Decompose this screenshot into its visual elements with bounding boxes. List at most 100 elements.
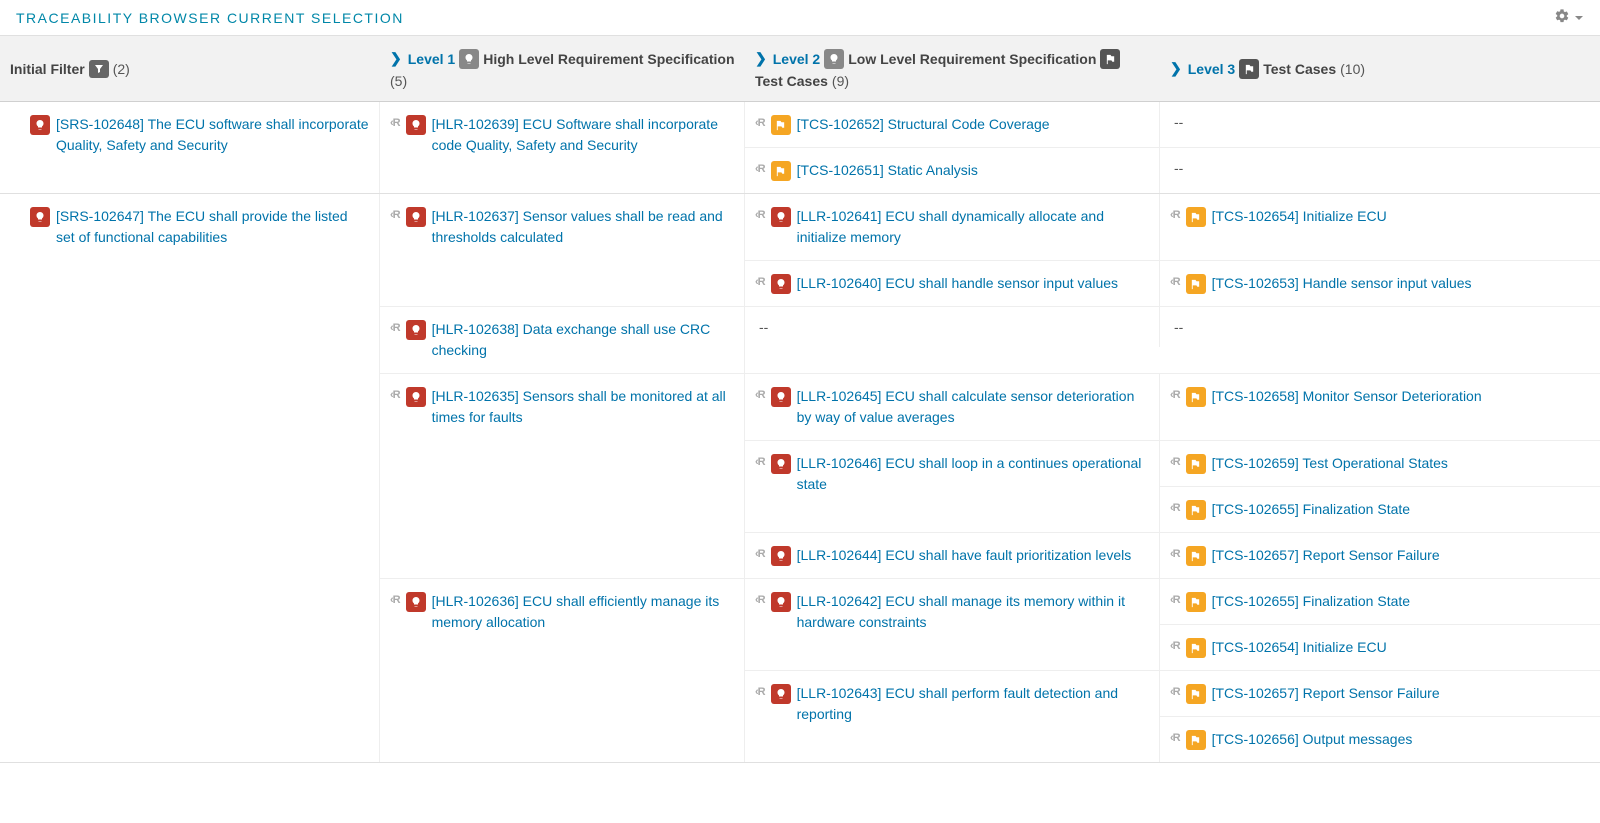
item-link[interactable]: [TCS-102656] Output messages <box>1212 729 1413 750</box>
trace-item: ‹R[HLR-102635] Sensors shall be monitore… <box>390 384 734 430</box>
no-link-dash: -- <box>1170 114 1183 130</box>
item-link[interactable]: [HLR-102639] ECU Software shall incorpor… <box>432 114 734 156</box>
relation-icon: ‹R <box>755 276 765 288</box>
column-count: (5) <box>390 73 407 89</box>
llr-cell: ‹R[LLR-102646] ECU shall loop in a conti… <box>745 441 1160 532</box>
item-link[interactable]: [HLR-102637] Sensor values shall be read… <box>432 206 734 248</box>
item-link[interactable]: [SRS-102647] The ECU shall provide the l… <box>56 206 369 248</box>
flag-icon <box>1186 274 1206 294</box>
bulb-icon <box>30 115 50 135</box>
item-link[interactable]: [LLR-102641] ECU shall dynamically alloc… <box>797 206 1149 248</box>
trace-item: ‹R[LLR-102642] ECU shall manage its memo… <box>755 589 1149 635</box>
llr-row: ‹R [LLR-102644] ECU shall have fault prio… <box>745 533 1600 578</box>
relation-icon: ‹R <box>1170 502 1180 514</box>
item-link[interactable]: [HLR-102636] ECU shall efficiently manag… <box>432 591 734 633</box>
hlr-cell: ‹R [HLR-102639] ECU Software shall incorp… <box>380 102 745 193</box>
trace-item: ‹R[TCS-102652] Structural Code Coverage <box>755 112 1149 137</box>
srs-row: [SRS-102647] The ECU shall provide the l… <box>0 194 1600 763</box>
llr-row: ‹R [LLR-102640] ECU shall handle sensor i… <box>745 261 1600 306</box>
tcs-cell: -- <box>1160 307 1600 347</box>
column-header-level1: ❯ Level 1 High Level Requirement Specifi… <box>380 42 745 95</box>
tcs-cell: ‹R[TCS-102656] Output messages <box>1160 717 1600 762</box>
item-link[interactable]: [TCS-102659] Test Operational States <box>1212 453 1448 474</box>
trace-item: ‹R [TCS-102655] Finalization State <box>1170 589 1590 614</box>
relation-icon: ‹R <box>755 163 765 175</box>
bulb-icon <box>771 546 791 566</box>
bulb-icon <box>771 454 791 474</box>
trace-item: ‹R[LLR-102645] ECU shall calculate senso… <box>755 384 1149 430</box>
llr-cell: ‹R[LLR-102642] ECU shall manage its memo… <box>745 579 1160 670</box>
relation-icon: ‹R <box>1170 548 1180 560</box>
column-header-level3: ❯ Level 3 Test Cases (10) <box>1160 42 1600 95</box>
tcs-cell: ‹R [TCS-102655] Finalization State <box>1160 487 1600 532</box>
flag-icon <box>1186 454 1206 474</box>
tcs-stack: ‹R [TCS-102657] Report Sensor Failure ‹R[T… <box>1160 671 1600 762</box>
llr-cell: -- <box>745 307 1160 347</box>
column-label: High Level Requirement Specification <box>483 51 734 67</box>
item-link[interactable]: [TCS-102658] Monitor Sensor Deterioratio… <box>1212 386 1482 407</box>
column-label: Low Level Requirement Specification <box>848 51 1096 67</box>
column-count: (9) <box>832 73 849 89</box>
item-link[interactable]: [TCS-102654] Initialize ECU <box>1212 206 1387 227</box>
item-link[interactable]: [LLR-102646] ECU shall loop in a continu… <box>797 453 1149 495</box>
relation-icon: ‹R <box>1170 686 1180 698</box>
item-link[interactable]: [TCS-102654] Initialize ECU <box>1212 637 1387 658</box>
chevron-down-icon <box>1574 10 1584 26</box>
relation-icon: ‹R <box>390 117 400 129</box>
filter-icon[interactable] <box>89 60 109 78</box>
item-link[interactable]: [LLR-102645] ECU shall calculate sensor … <box>797 386 1149 428</box>
item-link[interactable]: [TCS-102652] Structural Code Coverage <box>797 114 1050 135</box>
trace-item: ‹R [TCS-102651] Static Analysis <box>755 158 1149 183</box>
no-link-dash: -- <box>1170 160 1183 176</box>
relation-icon: ‹R <box>1170 594 1180 606</box>
bulb-icon <box>459 49 479 69</box>
item-link[interactable]: [LLR-102642] ECU shall manage its memory… <box>797 591 1149 633</box>
bulb-icon <box>406 387 426 407</box>
relation-icon: ‹R <box>1170 640 1180 652</box>
trace-item: ‹R[HLR-102637] Sensor values shall be re… <box>390 204 734 250</box>
tcs-stack: -- <box>1160 102 1600 147</box>
flag-icon <box>1239 59 1259 79</box>
flag-icon <box>1186 500 1206 520</box>
item-link[interactable]: [LLR-102640] ECU shall handle sensor inp… <box>797 273 1118 294</box>
chevron-right-icon[interactable]: ❯ <box>390 50 402 67</box>
tcs-cell: -- <box>1160 102 1600 142</box>
trace-item: [SRS-102647] The ECU shall provide the l… <box>30 204 369 250</box>
item-link[interactable]: [SRS-102648] The ECU software shall inco… <box>56 114 369 156</box>
trace-item: ‹R[LLR-102644] ECU shall have fault prio… <box>755 543 1149 568</box>
item-link[interactable]: [LLR-102644] ECU shall have fault priori… <box>797 545 1132 566</box>
srs-cell: [SRS-102647] The ECU shall provide the l… <box>0 194 380 762</box>
item-link[interactable]: [TCS-102653] Handle sensor input values <box>1212 273 1472 294</box>
hlr-row: ‹R [HLR-102638] Data exchange shall use C… <box>380 307 1600 374</box>
tcs-stack: ‹R [TCS-102655] Finalization State ‹R [TCS-… <box>1160 579 1600 670</box>
trace-item: ‹R[TCS-102653] Handle sensor input value… <box>1170 271 1590 296</box>
llr-cell: ‹R[TCS-102652] Structural Code Coverage <box>745 102 1160 147</box>
settings-menu[interactable] <box>1554 8 1584 27</box>
bulb-icon <box>771 387 791 407</box>
item-link[interactable]: [TCS-102657] Report Sensor Failure <box>1212 545 1440 566</box>
item-link[interactable]: [TCS-102655] Finalization State <box>1212 499 1410 520</box>
bulb-icon <box>824 49 844 69</box>
item-link[interactable]: [TCS-102651] Static Analysis <box>797 160 978 181</box>
relation-icon: ‹R <box>390 322 400 334</box>
chevron-right-icon[interactable]: ❯ <box>1170 60 1182 77</box>
item-link[interactable]: [HLR-102635] Sensors shall be monitored … <box>432 386 734 428</box>
item-link[interactable]: [HLR-102638] Data exchange shall use CRC… <box>432 319 734 361</box>
bulb-icon <box>406 592 426 612</box>
tcs-stack: -- <box>1160 307 1600 347</box>
srs-row: [SRS-102648] The ECU software shall inco… <box>0 102 1600 194</box>
column-label: Test Cases <box>1263 61 1336 77</box>
bulb-icon <box>406 207 426 227</box>
item-link[interactable]: [TCS-102657] Report Sensor Failure <box>1212 683 1440 704</box>
bulb-icon <box>771 274 791 294</box>
tcs-cell: ‹R[TCS-102659] Test Operational States <box>1160 441 1600 487</box>
llr-cell: ‹R[LLR-102645] ECU shall calculate senso… <box>745 374 1160 440</box>
hlr-row: ‹R [HLR-102636] ECU shall efficiently man… <box>380 579 1600 762</box>
flag-icon <box>771 161 791 181</box>
flag-icon <box>1186 730 1206 750</box>
item-link[interactable]: [LLR-102643] ECU shall perform fault det… <box>797 683 1149 725</box>
llr-row: ‹R [TCS-102651] Static Analysis -- <box>745 148 1600 193</box>
traceability-grid: [SRS-102648] The ECU software shall inco… <box>0 102 1600 763</box>
item-link[interactable]: [TCS-102655] Finalization State <box>1212 591 1410 612</box>
chevron-right-icon[interactable]: ❯ <box>755 50 767 67</box>
